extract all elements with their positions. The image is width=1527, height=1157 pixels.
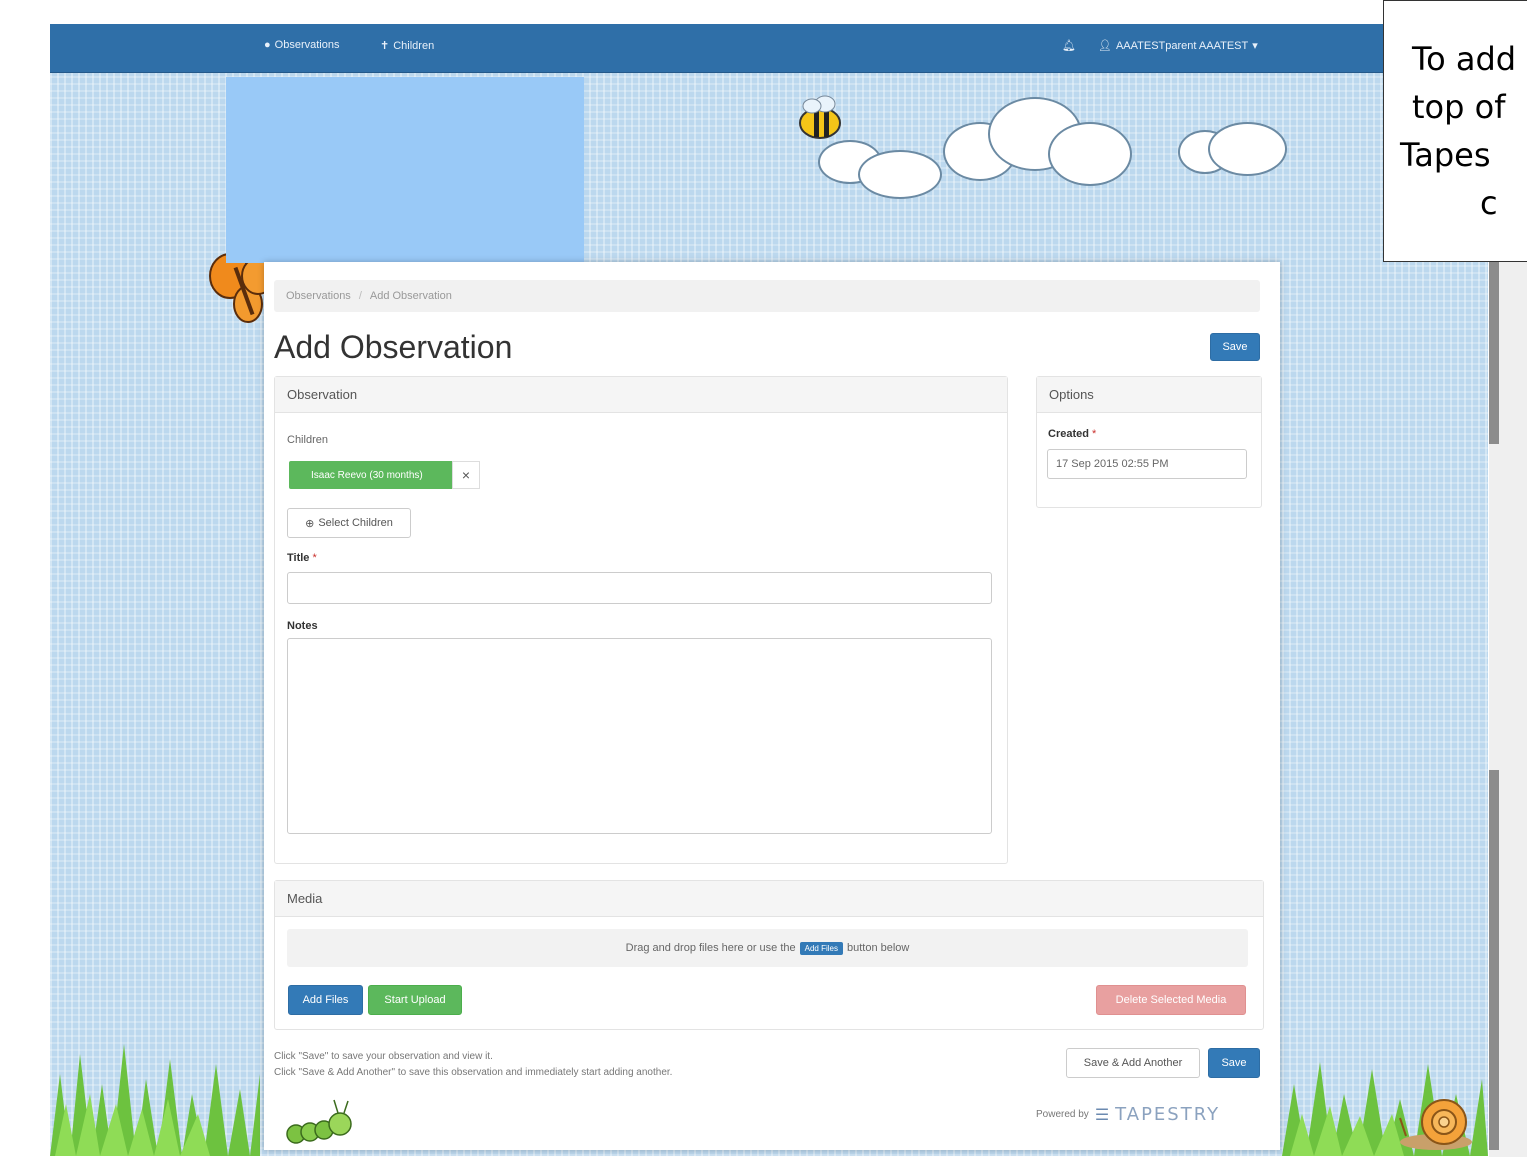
user-icon: 👤︎ (1098, 40, 1112, 52)
caterpillar-icon (286, 1099, 352, 1144)
select-children-label: Select Children (318, 517, 393, 529)
callout-line: top of (1412, 88, 1506, 126)
title-label-text: Title (287, 552, 310, 564)
created-date-input[interactable]: 17 Sep 2015 02:55 PM (1047, 449, 1247, 479)
child-chip[interactable]: Isaac Reevo (30 months) (289, 461, 452, 489)
breadcrumb-observations[interactable]: Observations (286, 290, 351, 302)
user-name: AAATESTparent AAATEST (1115, 39, 1249, 52)
media-panel-heading: Media (275, 881, 1263, 917)
breadcrumb-separator: / (358, 290, 362, 302)
bell-icon: 🔔︎ (1062, 40, 1076, 52)
observation-panel-heading: Observation (275, 377, 1007, 413)
options-panel: Options (1036, 376, 1262, 508)
scrollbar-thumb[interactable] (1489, 262, 1499, 444)
nav-observations-link[interactable]: ● Observations (264, 39, 339, 51)
child-chip-label: Isaac Reevo (30 months) (311, 469, 423, 481)
callout-line: c (1480, 184, 1498, 222)
user-menu[interactable]: 👤︎ AAATESTparent AAATEST ▾ (1098, 39, 1258, 53)
cloud-icon (860, 152, 940, 197)
nav-children-label: Children (393, 39, 435, 52)
required-mark: * (312, 552, 317, 564)
notes-label: Notes (287, 620, 318, 632)
created-label-text: Created (1048, 428, 1089, 440)
options-panel-heading: Options (1037, 377, 1261, 413)
scrollbar-track-dark (1489, 770, 1499, 1150)
title-label: Title * (287, 552, 317, 564)
grass-icon (50, 1044, 260, 1156)
save-add-another-button[interactable]: Save & Add Another (1066, 1048, 1200, 1078)
children-label: Children (287, 434, 328, 446)
help-text-save-add-another: Click "Save & Add Another" to save this … (274, 1067, 673, 1078)
notes-textarea[interactable] (287, 638, 992, 834)
callout-line: Tapes (1400, 136, 1491, 174)
tapestry-logo-mark-icon: ☰ (1094, 1106, 1110, 1124)
callout-line: To add (1412, 40, 1517, 78)
eye-icon: ● (264, 39, 271, 51)
delete-selected-media-button[interactable]: Delete Selected Media (1096, 985, 1246, 1015)
caret-down-icon: ▾ (1252, 40, 1258, 52)
created-label: Created * (1048, 428, 1096, 440)
nav-observations-label: Observations (274, 39, 340, 51)
breadcrumb-current: Add Observation (369, 290, 452, 302)
notifications-button[interactable]: 🔔︎ (1062, 39, 1076, 52)
bee-icon (799, 95, 841, 139)
cloud-icon (1050, 124, 1130, 184)
start-upload-button[interactable]: Start Upload (368, 985, 462, 1015)
breadcrumb: Observations / Add Observation (274, 280, 1260, 312)
dropzone-add-files-badge: Add Files (799, 941, 843, 955)
child-icon: ✝ (380, 40, 390, 52)
dropzone[interactable]: Drag and drop files here or use the Add … (287, 929, 1248, 967)
save-button-bottom[interactable]: Save (1208, 1048, 1260, 1078)
dropzone-text: Drag and drop files here or use the (625, 942, 796, 954)
title-input[interactable] (287, 572, 992, 604)
top-navbar: ● Observations ✝ Children 🔔︎ 👤︎ AAATESTp… (50, 24, 1488, 73)
page-title: Add Observation (274, 329, 513, 365)
dropzone-text-after: button below (846, 942, 910, 954)
remove-child-button[interactable]: × (452, 461, 480, 489)
cloud-icon (1210, 124, 1285, 174)
select-children-button[interactable]: ⊕ Select Children (287, 508, 411, 538)
add-files-button[interactable]: Add Files (288, 985, 363, 1015)
callout-box: To add top of Tapes c (1383, 0, 1527, 262)
logo-placeholder (226, 77, 584, 263)
powered-by-label: Powered by (1036, 1109, 1089, 1120)
slide: ● Observations ✝ Children 🔔︎ 👤︎ AAATESTp… (0, 0, 1527, 1157)
save-button-top[interactable]: Save (1210, 333, 1260, 361)
required-mark: * (1092, 428, 1097, 440)
help-text-save: Click "Save" to save your observation an… (274, 1051, 493, 1062)
tapestry-brand: TAPESTRY (1115, 1104, 1221, 1125)
nav-children-link[interactable]: ✝ Children (380, 39, 435, 53)
snail-icon (1399, 1099, 1472, 1150)
plus-circle-icon: ⊕ (305, 517, 315, 530)
powered-by: Powered by ☰ TAPESTRY (1036, 1104, 1220, 1125)
